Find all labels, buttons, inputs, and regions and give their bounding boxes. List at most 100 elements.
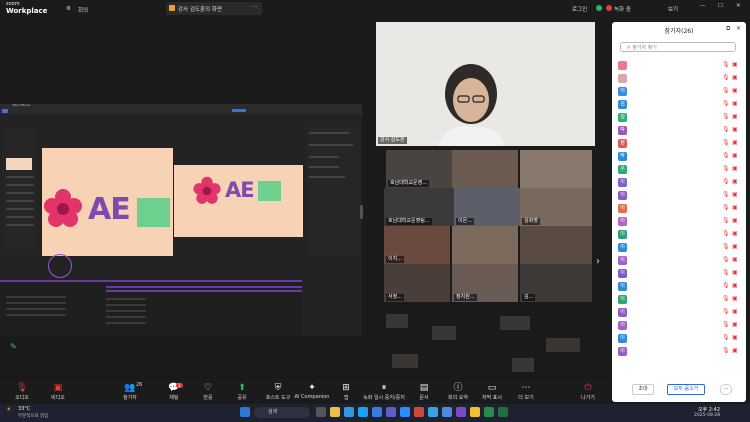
- close-icon[interactable]: ✕: [736, 3, 741, 9]
- mic-off-icon[interactable]: 🎙: [722, 100, 730, 107]
- participant-row[interactable]: 박 🎙 ▣: [618, 125, 740, 137]
- participant-row[interactable]: 이 🎙 ▣: [618, 320, 740, 332]
- camera-off-icon[interactable]: ▣: [732, 347, 738, 354]
- mic-off-icon[interactable]: 🎙: [722, 347, 730, 354]
- camera-off-icon[interactable]: ▣: [732, 165, 738, 172]
- app-icon[interactable]: [442, 407, 452, 417]
- app-icon[interactable]: [456, 407, 466, 417]
- mic-off-icon[interactable]: 🎙: [722, 256, 730, 263]
- participant-row[interactable]: 이 🎙 ▣: [618, 86, 740, 98]
- maximize-icon[interactable]: ☐: [718, 3, 723, 9]
- start-icon[interactable]: [240, 407, 250, 417]
- participant-tile[interactable]: 호남대학교운영팀...: [384, 188, 454, 226]
- more-icon[interactable]: ⋯: [252, 4, 258, 10]
- camera-off-icon[interactable]: ▣: [732, 126, 738, 133]
- participant-tile[interactable]: 이은...: [454, 188, 520, 226]
- excel-icon[interactable]: [498, 407, 508, 417]
- mic-off-icon[interactable]: 🎙: [722, 61, 730, 68]
- zoom-icon[interactable]: [400, 407, 410, 417]
- participant-row[interactable]: 우 🎙 ▣: [618, 164, 740, 176]
- invite-button[interactable]: 초대: [632, 384, 654, 395]
- mic-off-icon[interactable]: 🎙: [722, 87, 730, 94]
- camera-off-icon[interactable]: ▣: [732, 334, 738, 341]
- participant-row[interactable]: 이 🎙 ▣: [618, 281, 740, 293]
- participant-row[interactable]: 🎙 ▣: [618, 60, 740, 72]
- participants-button[interactable]: 👥 참가자: [108, 382, 152, 401]
- camera-off-icon[interactable]: ▣: [732, 191, 738, 198]
- camera-off-icon[interactable]: ▣: [732, 74, 738, 81]
- speaker-video[interactable]: 강사 김도훈: [376, 22, 595, 146]
- participant-row[interactable]: 이 🎙 ▣: [618, 346, 740, 358]
- mic-off-icon[interactable]: 🎙: [722, 152, 730, 159]
- share-title-pill[interactable]: 강사 김도훈의 화면 ⋯: [166, 2, 262, 15]
- app-icon[interactable]: [470, 407, 480, 417]
- participant-tile[interactable]: [512, 358, 534, 372]
- login-button[interactable]: 로그인: [572, 5, 587, 13]
- participant-row[interactable]: 🎙 ▣: [618, 73, 740, 85]
- participant-tile[interactable]: 정지원...: [452, 264, 518, 302]
- folder-icon[interactable]: [330, 407, 340, 417]
- chevron-right-icon[interactable]: ›: [596, 256, 600, 267]
- participant-row[interactable]: 이 🎙 ▣: [618, 203, 740, 215]
- participant-tile[interactable]: [500, 316, 530, 330]
- participant-tile[interactable]: [452, 226, 518, 264]
- leave-button[interactable]: ⏻ 나가기: [566, 382, 610, 401]
- app-icon[interactable]: [316, 407, 326, 417]
- participant-row[interactable]: 이 🎙 ▣: [618, 333, 740, 345]
- camera-off-icon[interactable]: ▣: [732, 256, 738, 263]
- camera-off-icon[interactable]: ▣: [732, 269, 738, 276]
- view-button[interactable]: 보기: [668, 5, 678, 13]
- mic-off-icon[interactable]: 🎙: [722, 191, 730, 198]
- minimize-icon[interactable]: —: [700, 3, 706, 9]
- mute-all-button[interactable]: 모두 음소거: [667, 384, 705, 395]
- participant-tile[interactable]: [432, 326, 456, 340]
- participant-row[interactable]: 이 🎙 ▣: [618, 190, 740, 202]
- mic-off-icon[interactable]: 🎙: [722, 139, 730, 146]
- participant-tile[interactable]: 서정...: [384, 264, 450, 302]
- camera-off-icon[interactable]: ▣: [732, 230, 738, 237]
- app-icon[interactable]: [484, 407, 494, 417]
- mic-off-icon[interactable]: 🎙: [722, 243, 730, 250]
- mic-off-icon[interactable]: 🎙: [722, 269, 730, 276]
- camera-off-icon[interactable]: ▣: [732, 178, 738, 185]
- mic-off-icon[interactable]: 🎙: [722, 165, 730, 172]
- participant-tile[interactable]: 김...: [520, 264, 592, 302]
- participant-row[interactable]: 박 🎙 ▣: [618, 151, 740, 163]
- mic-off-icon[interactable]: 🎙: [722, 113, 730, 120]
- participant-row[interactable]: 이 🎙 ▣: [618, 307, 740, 319]
- app-icon[interactable]: [372, 407, 382, 417]
- participant-tile[interactable]: [546, 338, 580, 352]
- participant-row[interactable]: 이 🎙 ▣: [618, 268, 740, 280]
- app-icon[interactable]: [428, 407, 438, 417]
- taskbar-search[interactable]: 검색: [254, 407, 310, 418]
- pencil-icon[interactable]: ✎: [10, 342, 17, 351]
- close-icon[interactable]: ✕: [736, 25, 741, 32]
- participant-row[interactable]: 이 🎙 ▣: [618, 229, 740, 241]
- participant-row[interactable]: 정 🎙 ▣: [618, 138, 740, 150]
- mic-off-icon[interactable]: 🎙: [722, 308, 730, 315]
- more-button[interactable]: ⋯ 더 보기: [504, 382, 548, 401]
- edge-icon[interactable]: [358, 407, 368, 417]
- participant-row[interactable]: 이 🎙 ▣: [618, 255, 740, 267]
- more-button[interactable]: ...: [720, 384, 732, 395]
- camera-off-icon[interactable]: ▣: [732, 321, 738, 328]
- camera-off-icon[interactable]: ▣: [732, 282, 738, 289]
- participant-row[interactable]: 이 🎙 ▣: [618, 242, 740, 254]
- camera-off-icon[interactable]: ▣: [732, 308, 738, 315]
- mic-off-icon[interactable]: 🎙: [722, 321, 730, 328]
- app-icon[interactable]: [386, 407, 396, 417]
- video-button[interactable]: ▣ 비디오: [36, 382, 80, 401]
- mic-off-icon[interactable]: 🎙: [722, 74, 730, 81]
- mic-off-icon[interactable]: 🎙: [722, 204, 730, 211]
- camera-off-icon[interactable]: ▣: [732, 152, 738, 159]
- mic-off-icon[interactable]: 🎙: [722, 295, 730, 302]
- camera-off-icon[interactable]: ▣: [732, 217, 738, 224]
- mic-off-icon[interactable]: 🎙: [722, 334, 730, 341]
- mic-off-icon[interactable]: 🎙: [722, 230, 730, 237]
- camera-off-icon[interactable]: ▣: [732, 295, 738, 302]
- camera-off-icon[interactable]: ▣: [732, 87, 738, 94]
- mic-off-icon[interactable]: 🎙: [722, 217, 730, 224]
- participant-row[interactable]: 김 🎙 ▣: [618, 99, 740, 111]
- app-icon[interactable]: [414, 407, 424, 417]
- camera-off-icon[interactable]: ▣: [732, 61, 738, 68]
